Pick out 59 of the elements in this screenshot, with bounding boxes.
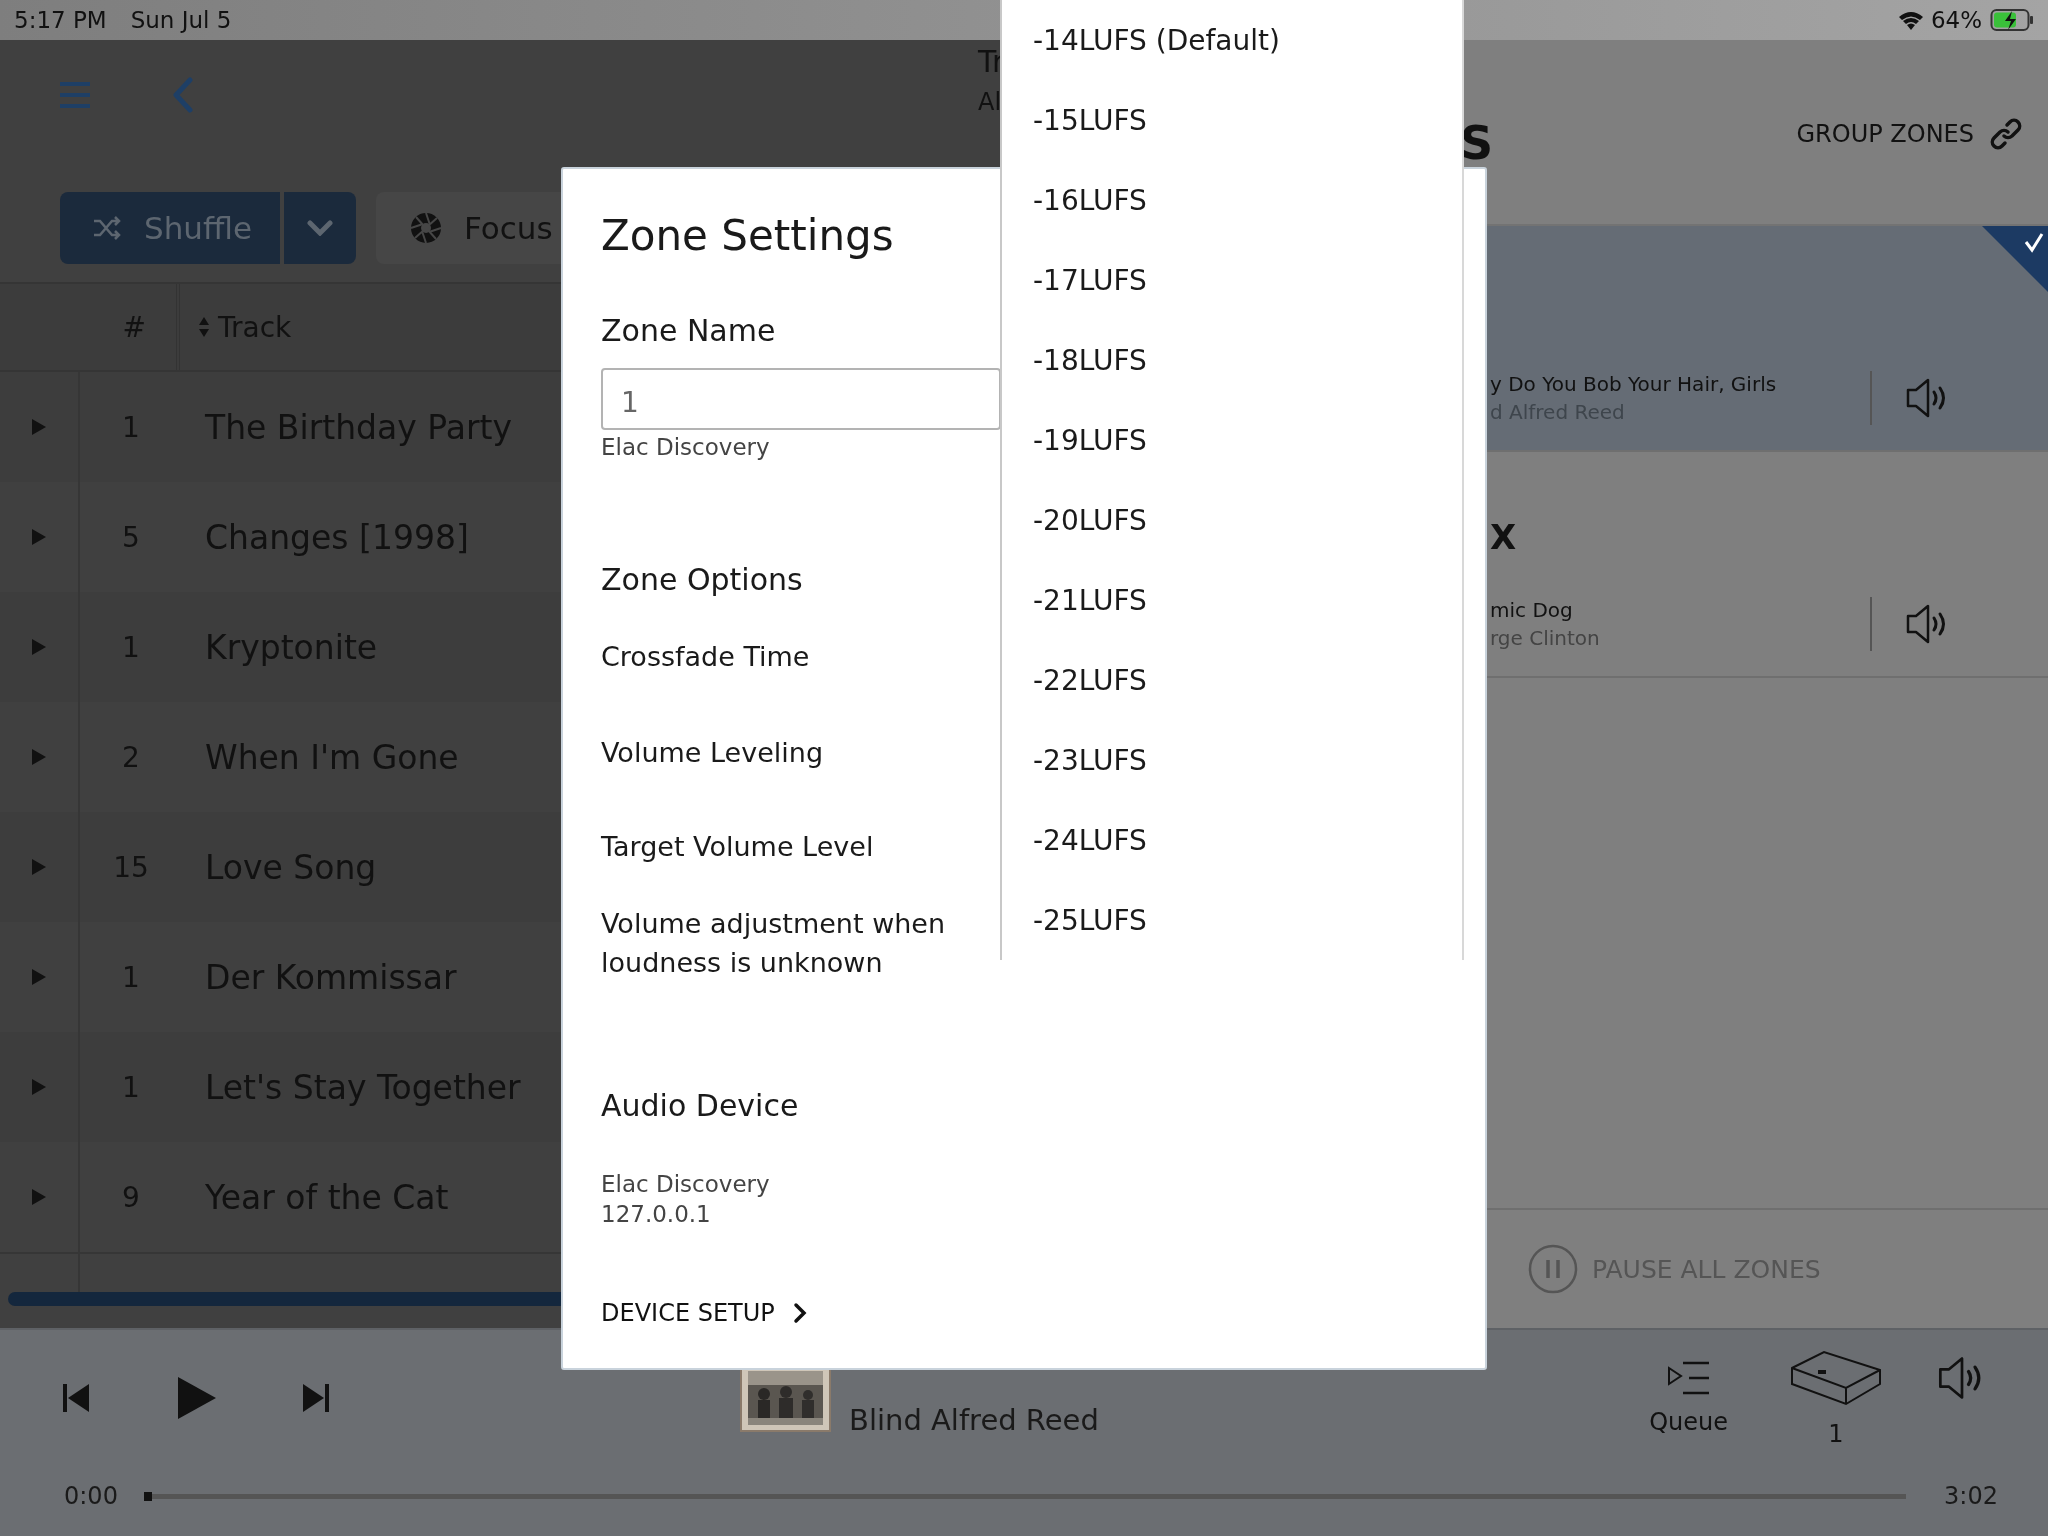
play-icon[interactable]	[31, 1188, 47, 1206]
queue-icon	[1666, 1360, 1711, 1396]
aperture-icon	[410, 212, 442, 244]
dropdown-button[interactable]	[284, 192, 356, 264]
shuffle-button[interactable]: Shuffle	[60, 192, 280, 264]
menu-icon[interactable]	[58, 81, 92, 109]
zone-name-field[interactable]: 1	[601, 368, 1001, 430]
option-label: Volume Leveling	[601, 736, 825, 770]
play-icon[interactable]	[31, 528, 47, 546]
caret-icon	[307, 220, 333, 236]
zone-track: mic Dog	[1490, 597, 1574, 624]
shuffle-icon	[92, 216, 122, 240]
dropdown-option[interactable]: -14LUFS (Default)	[1002, 0, 1462, 80]
check-corner-icon	[1982, 226, 2048, 292]
artist-name: Blind Alfred Reed	[849, 1403, 1099, 1437]
link-icon	[1990, 118, 2022, 150]
previous-icon[interactable]	[62, 1382, 90, 1414]
zone-device-button[interactable]: 1	[1788, 1348, 1884, 1448]
dropdown-option[interactable]: -24LUFS	[1002, 800, 1462, 880]
play-icon[interactable]	[31, 858, 47, 876]
group-zones-button[interactable]: GROUP ZONES	[1796, 118, 2022, 150]
zone-name: X	[1490, 517, 1517, 557]
status-time: 5:17 PM	[14, 7, 107, 33]
back-icon[interactable]	[172, 77, 194, 113]
dropdown-option[interactable]: -25LUFS	[1002, 880, 1462, 960]
progress-thumb[interactable]	[143, 1491, 152, 1501]
section-heading: Zone Name	[601, 313, 777, 348]
dropdown-option[interactable]: -15LUFS	[1002, 80, 1462, 160]
play-icon[interactable]	[176, 1375, 218, 1421]
sort-icon[interactable]	[198, 315, 210, 339]
progress-track[interactable]	[143, 1493, 1907, 1499]
zones-heading: S	[1460, 116, 1494, 170]
zone-track: y Do You Bob Your Hair, Girls	[1490, 371, 1778, 398]
play-icon[interactable]	[31, 1078, 47, 1096]
battery-percent: 64%	[1930, 7, 1982, 33]
queue-button[interactable]: Queue	[1649, 1360, 1728, 1436]
device-setup-button[interactable]: DEVICE SETUP	[601, 1299, 807, 1327]
zone-artist: rge Clinton	[1490, 625, 1601, 652]
play-icon[interactable]	[31, 748, 47, 766]
battery-icon	[1990, 8, 2034, 32]
chevron-icon	[792, 1302, 807, 1324]
option-label: Target Volume Level	[601, 830, 875, 864]
section-heading: Zone Options	[601, 562, 804, 597]
section-heading: Audio Device	[601, 1088, 800, 1123]
status-date: Sun Jul 5	[130, 7, 232, 33]
device-address: 127.0.0.1	[601, 1201, 712, 1227]
field-caption: Elac Discovery	[601, 434, 771, 460]
play-icon[interactable]	[31, 418, 47, 436]
device-icon	[1788, 1348, 1884, 1408]
play-icon[interactable]	[31, 638, 47, 656]
device-name: Elac Discovery	[601, 1171, 771, 1197]
total-time: 3:02	[1944, 1482, 1998, 1510]
next-icon[interactable]	[302, 1382, 330, 1414]
option-label: Volume adjustment when loudness is unknown	[601, 907, 947, 980]
dropdown-option[interactable]: -23LUFS	[1002, 720, 1462, 800]
pause-icon	[1528, 1244, 1578, 1294]
play-icon[interactable]	[31, 968, 47, 986]
elapsed-time: 0:00	[64, 1482, 118, 1510]
option-label: Crossfade Time	[601, 640, 811, 674]
